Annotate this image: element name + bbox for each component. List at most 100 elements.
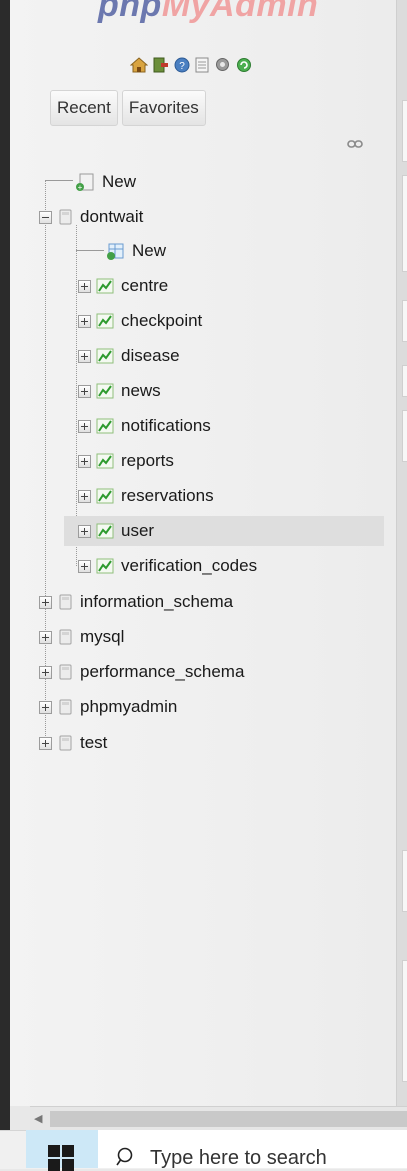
tree-item-label: performance_schema — [80, 662, 245, 681]
tree-item-table[interactable]: reports — [78, 446, 174, 476]
tree-item-label: reports — [121, 451, 174, 470]
main-panel-edge — [396, 0, 407, 1106]
table-icon — [96, 348, 114, 364]
tree-item-label: dontwait — [80, 207, 144, 226]
expand-toggle[interactable] — [39, 736, 52, 750]
tree-item-table[interactable]: notifications — [78, 411, 211, 441]
scrollbar-thumb[interactable] — [50, 1111, 407, 1127]
search-icon[interactable] — [116, 1146, 138, 1168]
expand-toggle[interactable] — [39, 630, 52, 644]
expand-toggle[interactable] — [39, 665, 52, 679]
tree-item-database[interactable]: mysql — [39, 622, 124, 652]
phpmyadmin-logo[interactable]: phpMyAdmin — [98, 0, 318, 25]
reload-icon[interactable] — [236, 57, 252, 73]
table-icon — [96, 383, 114, 399]
tree-item-label: news — [121, 381, 161, 400]
tree-item-database[interactable]: phpmyadmin — [39, 692, 177, 722]
expand-toggle[interactable] — [39, 700, 52, 714]
exit-icon[interactable] — [153, 57, 169, 73]
tree-item-table-selected[interactable]: user — [64, 516, 384, 546]
tree-item-label: New — [132, 241, 167, 260]
tree-item-table[interactable]: verification_codes — [78, 551, 257, 581]
tree-item-database[interactable]: test — [39, 728, 107, 758]
main-panel-fragment — [402, 100, 407, 162]
new-table-icon — [107, 243, 124, 260]
tree-connector — [76, 250, 104, 251]
expand-toggle[interactable] — [78, 489, 91, 503]
expand-toggle[interactable] — [39, 595, 52, 609]
search-placeholder[interactable]: Type here to search — [150, 1147, 327, 1170]
expand-toggle[interactable] — [78, 419, 91, 433]
tab-favorites[interactable]: Favorites — [121, 90, 206, 126]
table-icon — [96, 313, 114, 329]
tree-item-database[interactable]: performance_schema — [39, 657, 244, 687]
expand-toggle[interactable] — [78, 454, 91, 468]
tree-item-label: New — [102, 172, 137, 191]
tree-item-label: phpmyadmin — [80, 697, 178, 716]
main-panel-fragment — [402, 175, 407, 272]
tree-item-table[interactable]: checkpoint — [78, 306, 202, 336]
logo-text-myadmin: MyAdmin — [161, 0, 319, 24]
navigation-panel: phpMyAdmin ? Recent Favorites + New dont… — [10, 0, 396, 1106]
tree-item-label: reservations — [121, 486, 214, 505]
tree-item-label: checkpoint — [121, 311, 203, 330]
scroll-left-arrow-icon[interactable]: ◀ — [34, 1112, 42, 1125]
database-icon — [59, 629, 72, 645]
tree-item-label: information_schema — [80, 592, 234, 611]
new-database-icon: + — [76, 173, 94, 192]
logo-text-php: php — [98, 0, 162, 24]
svg-text:+: + — [78, 183, 83, 192]
tree-item-table[interactable]: news — [78, 376, 161, 406]
database-icon — [59, 209, 72, 225]
help-icon[interactable]: ? — [174, 57, 190, 73]
tree-connector — [45, 180, 73, 181]
tree-item-table[interactable]: reservations — [78, 481, 214, 511]
table-icon — [96, 488, 114, 504]
navigation-toolbar: ? — [130, 56, 252, 73]
collapse-toggle[interactable] — [39, 210, 52, 224]
database-icon — [59, 735, 72, 751]
tree-item-database[interactable]: information_schema — [39, 587, 233, 617]
expand-toggle[interactable] — [78, 384, 91, 398]
expand-toggle[interactable] — [78, 524, 91, 538]
main-panel-fragment — [402, 365, 407, 397]
database-icon — [59, 699, 72, 715]
table-icon — [96, 278, 114, 294]
windows-logo-icon[interactable] — [48, 1145, 74, 1171]
tree-item-table[interactable]: centre — [78, 271, 168, 301]
database-icon — [59, 664, 72, 680]
tab-recent[interactable]: Recent — [50, 90, 118, 126]
tree-item-label: centre — [121, 276, 169, 295]
table-icon — [96, 453, 114, 469]
expand-toggle[interactable] — [78, 559, 91, 573]
tree-item-label: notifications — [121, 416, 211, 435]
tree-item-table[interactable]: disease — [78, 341, 180, 371]
main-panel-fragment — [402, 300, 407, 342]
tree-item-new-table[interactable]: New — [106, 236, 166, 266]
tree-item-new-database[interactable]: + New — [74, 167, 136, 197]
horizontal-scrollbar[interactable]: ◀ — [30, 1106, 407, 1131]
tree-item-label: user — [121, 521, 155, 540]
svg-text:?: ? — [179, 61, 185, 72]
expand-toggle[interactable] — [78, 349, 91, 363]
tree-item-label: test — [80, 733, 108, 752]
link-with-main-panel-icon[interactable] — [347, 139, 363, 149]
table-icon — [96, 418, 114, 434]
navigation-tabs: Recent Favorites — [50, 90, 206, 126]
table-icon — [96, 523, 114, 539]
tree-connector — [76, 225, 77, 566]
docs-icon[interactable] — [195, 57, 209, 73]
tree-item-label: mysql — [80, 627, 125, 646]
tree-item-label: verification_codes — [121, 556, 258, 575]
tree-item-label: disease — [121, 346, 180, 365]
database-icon — [59, 594, 72, 610]
expand-toggle[interactable] — [78, 314, 91, 328]
main-panel-fragment — [402, 960, 407, 1082]
table-icon — [96, 558, 114, 574]
settings-icon[interactable] — [214, 56, 231, 73]
home-icon[interactable] — [130, 56, 148, 73]
tree-item-database[interactable]: dontwait — [39, 202, 143, 232]
expand-toggle[interactable] — [78, 279, 91, 293]
main-panel-fragment — [402, 850, 407, 912]
window-left-edge — [0, 0, 10, 1130]
